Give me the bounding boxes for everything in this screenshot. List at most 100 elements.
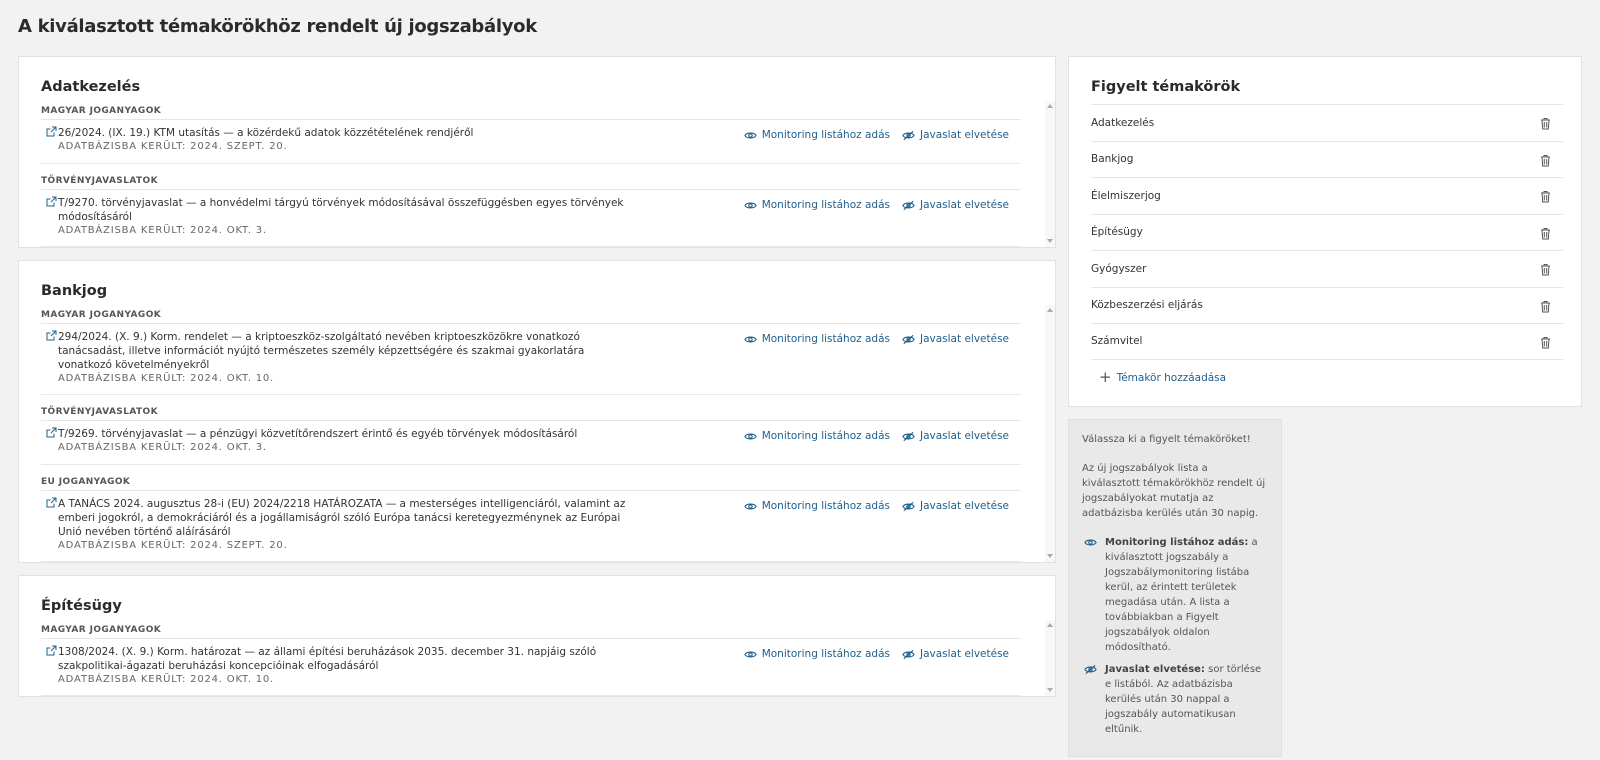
- trash-icon[interactable]: [1540, 336, 1551, 349]
- add-to-monitoring-button[interactable]: Monitoring listához adás: [743, 500, 890, 512]
- watched-topic-label: Adatkezelés: [1091, 116, 1155, 129]
- add-to-monitoring-label: Monitoring listához adás: [761, 500, 890, 512]
- scrollbar[interactable]: [1045, 101, 1055, 247]
- section-label: TÖRVÉNYJAVASLATOK: [41, 407, 1021, 421]
- law-title[interactable]: 1308/2024. (X. 9.) Korm. határozat — az …: [58, 645, 633, 673]
- law-entry: 294/2024. (X. 9.) Korm. rendelet — a kri…: [41, 324, 1021, 395]
- law-date: ADATBÁZISBA KERÜLT: 2024. OKT. 10.: [58, 674, 275, 685]
- law-date: ADATBÁZISBA KERÜLT: 2024. OKT. 3.: [58, 225, 267, 236]
- eye-icon: [1084, 539, 1097, 545]
- trash-icon[interactable]: [1540, 227, 1551, 240]
- law-title[interactable]: 26/2024. (IX. 19.) KTM utasítás — a közé…: [58, 126, 633, 140]
- add-topic-button[interactable]: + Témakör hozzáadása: [1099, 360, 1563, 396]
- reject-suggestion-button[interactable]: Javaslat elvetése: [902, 648, 1009, 660]
- scrollbar[interactable]: [1045, 305, 1055, 562]
- law-entry: T/9270. törvényjavaslat — a honvédelmi t…: [41, 190, 1021, 247]
- trash-icon[interactable]: [1540, 263, 1551, 276]
- topic-card: Adatkezelés MAGYAR JOGANYAGOK 26/2024. (I…: [18, 56, 1056, 248]
- watched-topic-row: Bankjog: [1091, 140, 1563, 178]
- trash-icon[interactable]: [1540, 300, 1551, 313]
- external-link-icon[interactable]: [46, 645, 57, 656]
- watched-topic-row: Élelmiszerjog: [1091, 177, 1563, 214]
- eye-off-icon: [902, 200, 915, 210]
- reject-suggestion-label: Javaslat elvetése: [919, 430, 1009, 442]
- help-intro: Válassza ki a figyelt témaköröket!: [1082, 433, 1251, 445]
- trash-icon[interactable]: [1540, 154, 1551, 167]
- reject-suggestion-button[interactable]: Javaslat elvetése: [902, 129, 1009, 141]
- reject-suggestion-button[interactable]: Javaslat elvetése: [902, 430, 1009, 442]
- external-link-icon[interactable]: [46, 427, 57, 438]
- watched-topics-title: Figyelt témakörök: [1091, 79, 1241, 95]
- law-list-column: Adatkezelés MAGYAR JOGANYAGOK 26/2024. (I…: [18, 56, 1056, 709]
- eye-off-icon: [1084, 664, 1097, 674]
- add-to-monitoring-button[interactable]: Monitoring listához adás: [743, 129, 890, 141]
- entry-actions: Monitoring listához adás Javaslat elveté…: [743, 648, 1009, 660]
- reject-suggestion-label: Javaslat elvetése: [919, 129, 1009, 141]
- entry-actions: Monitoring listához adás Javaslat elveté…: [743, 129, 1009, 141]
- external-link-icon[interactable]: [46, 330, 57, 341]
- add-to-monitoring-button[interactable]: Monitoring listához adás: [743, 333, 890, 345]
- law-entry: 1308/2024. (X. 9.) Korm. határozat — az …: [41, 639, 1021, 696]
- add-to-monitoring-button[interactable]: Monitoring listához adás: [743, 430, 890, 442]
- reject-suggestion-label: Javaslat elvetése: [919, 199, 1009, 211]
- section-label: MAGYAR JOGANYAGOK: [41, 625, 1021, 639]
- law-date: ADATBÁZISBA KERÜLT: 2024. SZEPT. 20.: [58, 540, 288, 551]
- help-monitor-term: Monitoring listához adás:: [1105, 536, 1249, 548]
- add-to-monitoring-label: Monitoring listához adás: [761, 129, 890, 141]
- section-label: TÖRVÉNYJAVASLATOK: [41, 176, 1021, 190]
- eye-off-icon: [902, 431, 915, 441]
- reject-suggestion-button[interactable]: Javaslat elvetése: [902, 199, 1009, 211]
- section-label: MAGYAR JOGANYAGOK: [41, 310, 1021, 324]
- reject-suggestion-label: Javaslat elvetése: [919, 500, 1009, 512]
- law-entry: 26/2024. (IX. 19.) KTM utasítás — a közé…: [41, 120, 1021, 164]
- watched-topic-label: Építésügy: [1091, 226, 1143, 239]
- entry-actions: Monitoring listához adás Javaslat elveté…: [743, 333, 1009, 345]
- add-topic-label: Témakör hozzáadása: [1116, 371, 1227, 384]
- law-entry: T/9269. törvényjavaslat — a pénzügyi köz…: [41, 421, 1021, 465]
- watched-topic-label: Bankjog: [1091, 153, 1134, 166]
- law-title[interactable]: 294/2024. (X. 9.) Korm. rendelet — a kri…: [58, 330, 633, 372]
- add-to-monitoring-label: Monitoring listához adás: [761, 648, 890, 660]
- topic-card-title: Bankjog: [41, 283, 108, 299]
- section-label: MAGYAR JOGANYAGOK: [41, 106, 1021, 120]
- add-to-monitoring-button[interactable]: Monitoring listához adás: [743, 199, 890, 211]
- external-link-icon[interactable]: [46, 196, 57, 207]
- law-date: ADATBÁZISBA KERÜLT: 2024. SZEPT. 20.: [58, 141, 288, 152]
- help-description: Az új jogszabályok lista a kiválasztott …: [1082, 462, 1266, 519]
- law-title[interactable]: A TANÁCS 2024. augusztus 28-i (EU) 2024/…: [58, 497, 633, 539]
- law-title[interactable]: T/9269. törvényjavaslat — a pénzügyi köz…: [58, 427, 633, 441]
- trash-icon[interactable]: [1540, 190, 1551, 203]
- external-link-icon[interactable]: [46, 497, 57, 508]
- reject-suggestion-button[interactable]: Javaslat elvetése: [902, 333, 1009, 345]
- plus-icon: +: [1099, 368, 1112, 386]
- right-column: Figyelt témakörök Adatkezelés Bankjog Élel…: [1068, 56, 1582, 757]
- help-box: Válassza ki a figyelt témaköröket! Az új…: [1068, 418, 1282, 757]
- add-to-monitoring-label: Monitoring listához adás: [761, 333, 890, 345]
- watched-topic-label: Közbeszerzési eljárás: [1091, 299, 1203, 312]
- eye-icon: [743, 132, 757, 138]
- eye-off-icon: [902, 334, 915, 344]
- eye-icon: [743, 503, 757, 509]
- page-title: A kiválasztott témakörökhöz rendelt új j…: [18, 16, 537, 37]
- help-reject-item: Javaslat elvetése: sor törlése e listábó…: [1082, 662, 1268, 737]
- entry-actions: Monitoring listához adás Javaslat elveté…: [743, 199, 1009, 211]
- add-to-monitoring-button[interactable]: Monitoring listához adás: [743, 648, 890, 660]
- scrollbar[interactable]: [1045, 620, 1055, 696]
- topic-card: Építésügy MAGYAR JOGANYAGOK 1308/2024. (X…: [18, 575, 1056, 697]
- reject-suggestion-label: Javaslat elvetése: [919, 648, 1009, 660]
- eye-icon: [743, 433, 757, 439]
- eye-icon: [743, 202, 757, 208]
- add-to-monitoring-label: Monitoring listához adás: [761, 199, 890, 211]
- watched-topic-row: Közbeszerzési eljárás: [1091, 286, 1563, 324]
- topic-card: Bankjog MAGYAR JOGANYAGOK 294/2024. (X. 9…: [18, 260, 1056, 563]
- eye-icon: [743, 336, 757, 342]
- external-link-icon[interactable]: [46, 126, 57, 137]
- watched-topics-list: Adatkezelés Bankjog Élelmiszerjog Építésügy…: [1091, 104, 1563, 360]
- section-label: EU JOGANYAGOK: [41, 477, 1021, 491]
- reject-suggestion-button[interactable]: Javaslat elvetése: [902, 500, 1009, 512]
- law-title[interactable]: T/9270. törvényjavaslat — a honvédelmi t…: [58, 196, 633, 224]
- eye-icon: [743, 651, 757, 657]
- watched-topic-label: Élelmiszerjog: [1091, 189, 1161, 202]
- watched-topic-label: Számvitel: [1091, 335, 1143, 348]
- trash-icon[interactable]: [1540, 117, 1551, 130]
